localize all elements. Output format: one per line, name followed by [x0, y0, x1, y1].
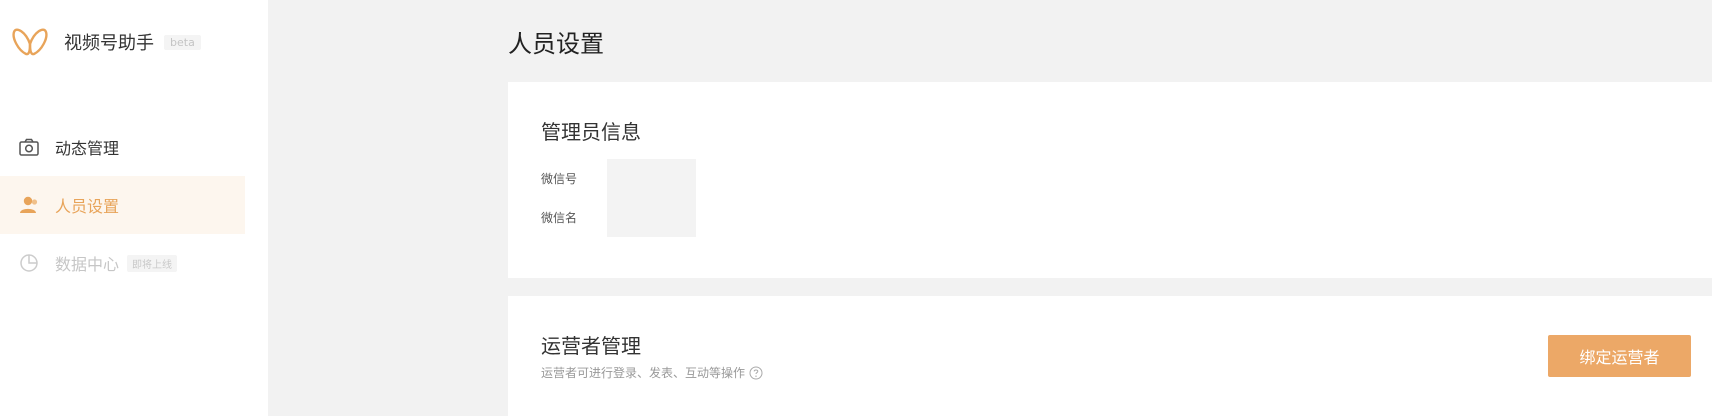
sidebar: 视频号助手 beta 动态管理 人员设置 数据中心 即将上线 — [0, 0, 268, 416]
app-name: 视频号助手 — [64, 33, 154, 54]
user-icon — [20, 196, 38, 213]
operator-management-card: 运营者管理 运营者可进行登录、发表、互动等操作 绑定运营者 — [508, 296, 1712, 416]
wechat-name-label: 微信名 — [541, 211, 578, 225]
admin-info-redacted-values — [607, 159, 696, 237]
brand[interactable]: 视频号助手 beta — [12, 22, 201, 62]
sidebar-item-label: 数据中心 — [55, 255, 120, 274]
camera-icon — [19, 138, 39, 156]
pie-chart-icon — [20, 254, 38, 272]
admin-info-title: 管理员信息 — [541, 120, 641, 144]
help-circle-icon[interactable] — [749, 366, 763, 380]
butterfly-logo-icon — [12, 28, 48, 56]
sidebar-item-people-settings[interactable]: 人员设置 — [0, 176, 245, 234]
operator-management-title: 运营者管理 — [541, 334, 641, 358]
sidebar-item-label: 人员设置 — [55, 197, 120, 216]
wechat-id-label: 微信号 — [541, 172, 578, 186]
operator-description: 运营者可进行登录、发表、互动等操作 — [541, 364, 763, 381]
coming-soon-badge: 即将上线 — [127, 254, 178, 272]
admin-info-card: 管理员信息 微信号 微信名 — [508, 82, 1712, 278]
operator-description-text: 运营者可进行登录、发表、互动等操作 — [541, 366, 746, 380]
sidebar-item-data-center: 数据中心 即将上线 — [0, 234, 245, 292]
sidebar-item-moments[interactable]: 动态管理 — [0, 118, 245, 176]
sidebar-item-label: 动态管理 — [55, 139, 120, 158]
page-title: 人员设置 — [508, 30, 604, 58]
sidebar-nav: 动态管理 人员设置 数据中心 即将上线 — [0, 118, 245, 292]
beta-badge: beta — [164, 34, 201, 50]
bind-operator-button[interactable]: 绑定运营者 — [1548, 335, 1691, 377]
